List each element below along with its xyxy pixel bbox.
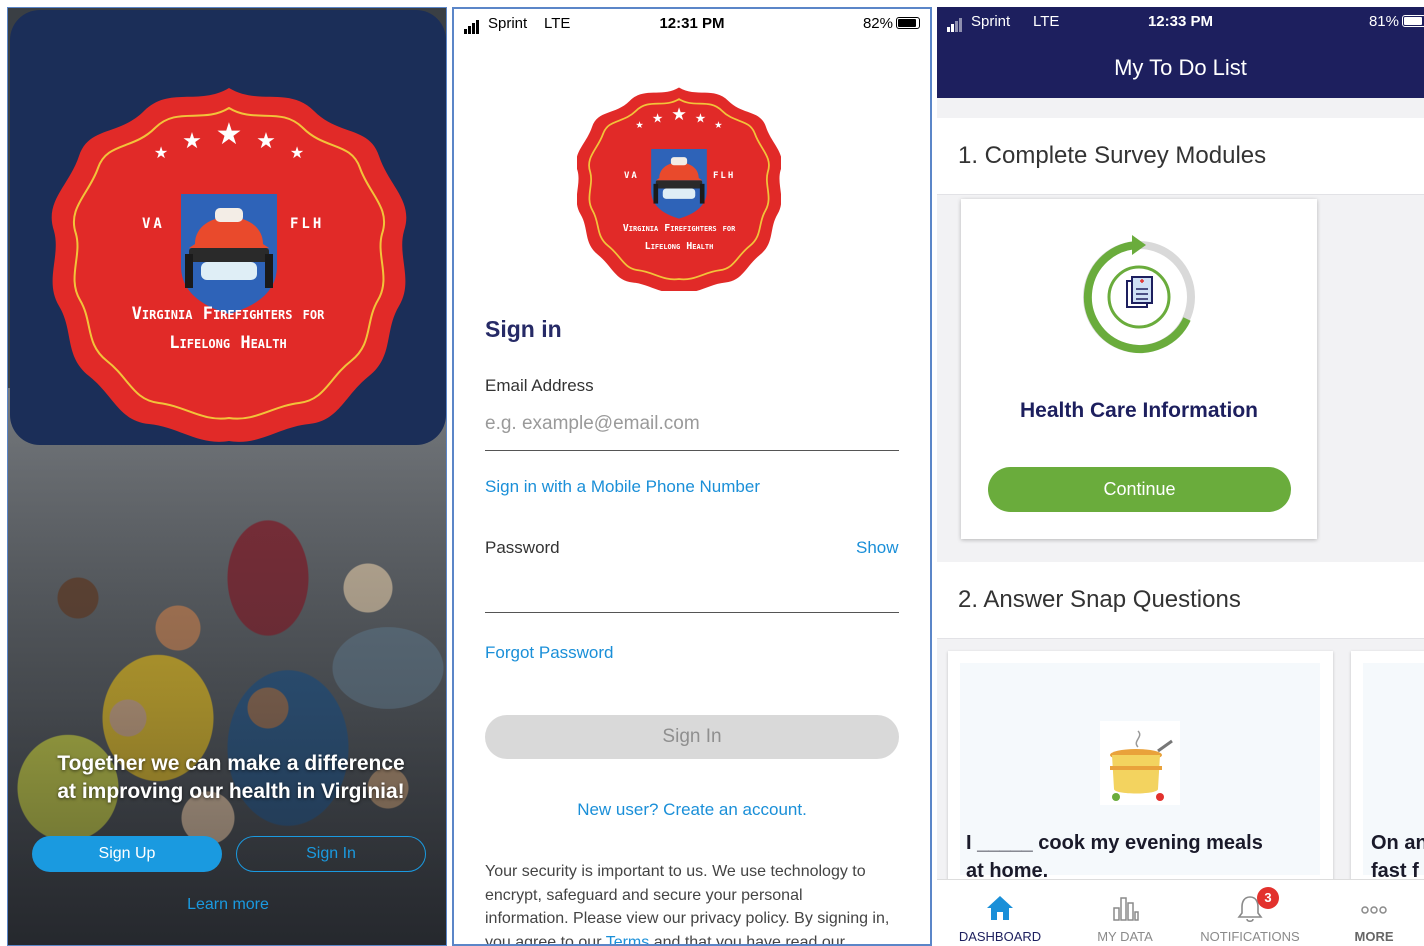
svg-text:★: ★ [714, 120, 722, 131]
svg-text:★: ★ [635, 120, 643, 131]
tab-notifications[interactable]: 3 NOTIFICATIONS [1195, 880, 1305, 946]
survey-progress-icon [1083, 235, 1195, 353]
svg-text:★: ★ [216, 117, 243, 152]
tagline-line2: at improving our health in Virginia! [57, 780, 405, 803]
badge-title-line1: Virginia Firefighters for [131, 304, 325, 324]
tab-more[interactable]: MORE [1319, 880, 1424, 946]
section-title: 2. Answer Snap Questions [958, 586, 1241, 613]
terms-link[interactable]: Terms [606, 934, 650, 945]
tab-label: MORE [1354, 929, 1394, 944]
section-title: 1. Complete Survey Modules [958, 142, 1267, 169]
continue-button[interactable]: Continue [988, 467, 1291, 512]
badge-left-text: VA [142, 216, 165, 232]
email-underline [485, 450, 899, 451]
badge-title-line2: Lifelong Health [644, 241, 714, 252]
app-logo-card: ★ ★ ★ ★ ★ VA FLH Virginia Firefighters f… [10, 10, 446, 445]
bar-chart-icon [1113, 897, 1139, 921]
firefighter-badge-logo: ★ ★ ★ ★ ★ [51, 88, 407, 442]
snap-question-text: I _____ cook my evening meals at home. [966, 829, 1326, 885]
home-icon [987, 896, 1013, 920]
badge-title-line2: Lifelong Health [169, 333, 287, 353]
phone-sign-in-link[interactable]: Sign in with a Mobile Phone Number [485, 477, 760, 497]
firefighter-badge-logo: ★ ★ ★ ★ ★ [576, 87, 782, 293]
battery-percent: 81% [1368, 13, 1399, 30]
sign-up-button[interactable]: Sign Up [32, 836, 222, 872]
svg-text:★: ★ [652, 111, 663, 126]
status-time: 12:33 PM [1147, 13, 1214, 30]
email-label: Email Address [485, 376, 594, 395]
sign-in-heading: Sign in [485, 316, 562, 342]
tagline-line1: Together we can make a difference [57, 752, 405, 775]
svg-text:★: ★ [256, 129, 276, 154]
badge-left-text: VA [624, 171, 639, 181]
status-time: 12:31 PM [659, 15, 725, 32]
learn-more-link[interactable]: Learn more [128, 896, 328, 914]
todo-screen: Sprint LTE 12:33 PM 81% My To Do List 1.… [937, 7, 1424, 946]
security-line: you agree to our Terms and that you have… [485, 931, 905, 946]
survey-module-card[interactable]: Health Care Information Continue [961, 199, 1317, 539]
welcome-screen: ★ ★ ★ ★ ★ VA FLH Virginia Firefighters f… [7, 7, 447, 946]
section-header-survey: 1. Complete Survey Modules [937, 118, 1424, 195]
create-account-link[interactable]: New user? Create an account. [454, 800, 930, 820]
snap-question-card[interactable]: On an fast f [1351, 651, 1424, 887]
sign-in-button[interactable]: Sign In [236, 836, 426, 872]
tab-dashboard[interactable]: DASHBOARD [945, 880, 1055, 946]
badge-title-line1: Virginia Firefighters for [622, 223, 736, 234]
password-field[interactable] [485, 567, 899, 611]
security-text: you agree to our [485, 933, 606, 946]
forgot-password-link[interactable]: Forgot Password [485, 643, 614, 663]
svg-text:★: ★ [695, 111, 706, 126]
security-text: and that you have read our [649, 933, 845, 946]
security-line: encrypt, safeguard and secure your perso… [485, 886, 803, 904]
security-line: Your security is important to us. We use… [485, 863, 866, 880]
svg-text:★: ★ [154, 143, 168, 162]
bottom-tab-bar: DASHBOARD MY DATA 3 NOTIFICATIONS MORE [937, 879, 1424, 946]
card-title: Health Care Information [1019, 399, 1259, 422]
svg-text:★: ★ [182, 129, 202, 154]
welcome-tagline: Together we can make a difference at imp… [26, 750, 436, 806]
security-notice: Your security is important to us. We use… [485, 860, 905, 946]
cooking-pot-icon [1100, 721, 1180, 805]
question-line: On an [1371, 832, 1424, 854]
badge-right-text: FLH [713, 171, 736, 181]
svg-text:★: ★ [290, 143, 304, 162]
snap-question-card[interactable]: I _____ cook my evening meals at home. [948, 651, 1333, 887]
sign-in-submit-button[interactable]: Sign In [485, 715, 899, 759]
tab-my-data[interactable]: MY DATA [1070, 880, 1180, 946]
battery-icon [1402, 15, 1424, 27]
status-bar: Sprint LTE 12:33 PM 81% [937, 7, 1424, 37]
password-underline [485, 612, 899, 613]
email-field[interactable]: e.g. example@email.com [485, 413, 700, 435]
more-icon [1361, 906, 1387, 914]
sign-in-screen: Sprint LTE 12:31 PM 82% ★ ★ ★ ★ ★ VA FLH… [452, 7, 932, 946]
notification-count-badge: 3 [1257, 887, 1279, 909]
section-header-snap: 2. Answer Snap Questions [937, 562, 1424, 639]
password-label: Password [485, 538, 560, 557]
question-line: I _____ cook my evening meals [966, 832, 1263, 854]
battery-icon [896, 17, 920, 29]
badge-right-text: FLH [290, 216, 325, 232]
tab-label: DASHBOARD [958, 929, 1042, 944]
page-title: My To Do List [1114, 55, 1247, 80]
battery-indicator: 81% [1369, 13, 1424, 30]
snap-question-text: On an fast f [1371, 829, 1424, 885]
show-password-link[interactable]: Show [856, 538, 899, 558]
security-line: information. Please view our privacy pol… [485, 910, 890, 927]
svg-text:★: ★ [671, 105, 687, 125]
tab-label: MY DATA [1097, 929, 1153, 944]
battery-indicator: 82% [863, 15, 920, 32]
app-header: Sprint LTE 12:33 PM 81% My To Do List [937, 7, 1424, 98]
battery-percent: 82% [862, 15, 893, 32]
status-bar: Sprint LTE 12:31 PM 82% [454, 9, 930, 39]
app-logo: ★ ★ ★ ★ ★ VA FLH Virginia Firefighters f… [576, 77, 782, 293]
tab-label: NOTIFICATIONS [1200, 929, 1300, 944]
